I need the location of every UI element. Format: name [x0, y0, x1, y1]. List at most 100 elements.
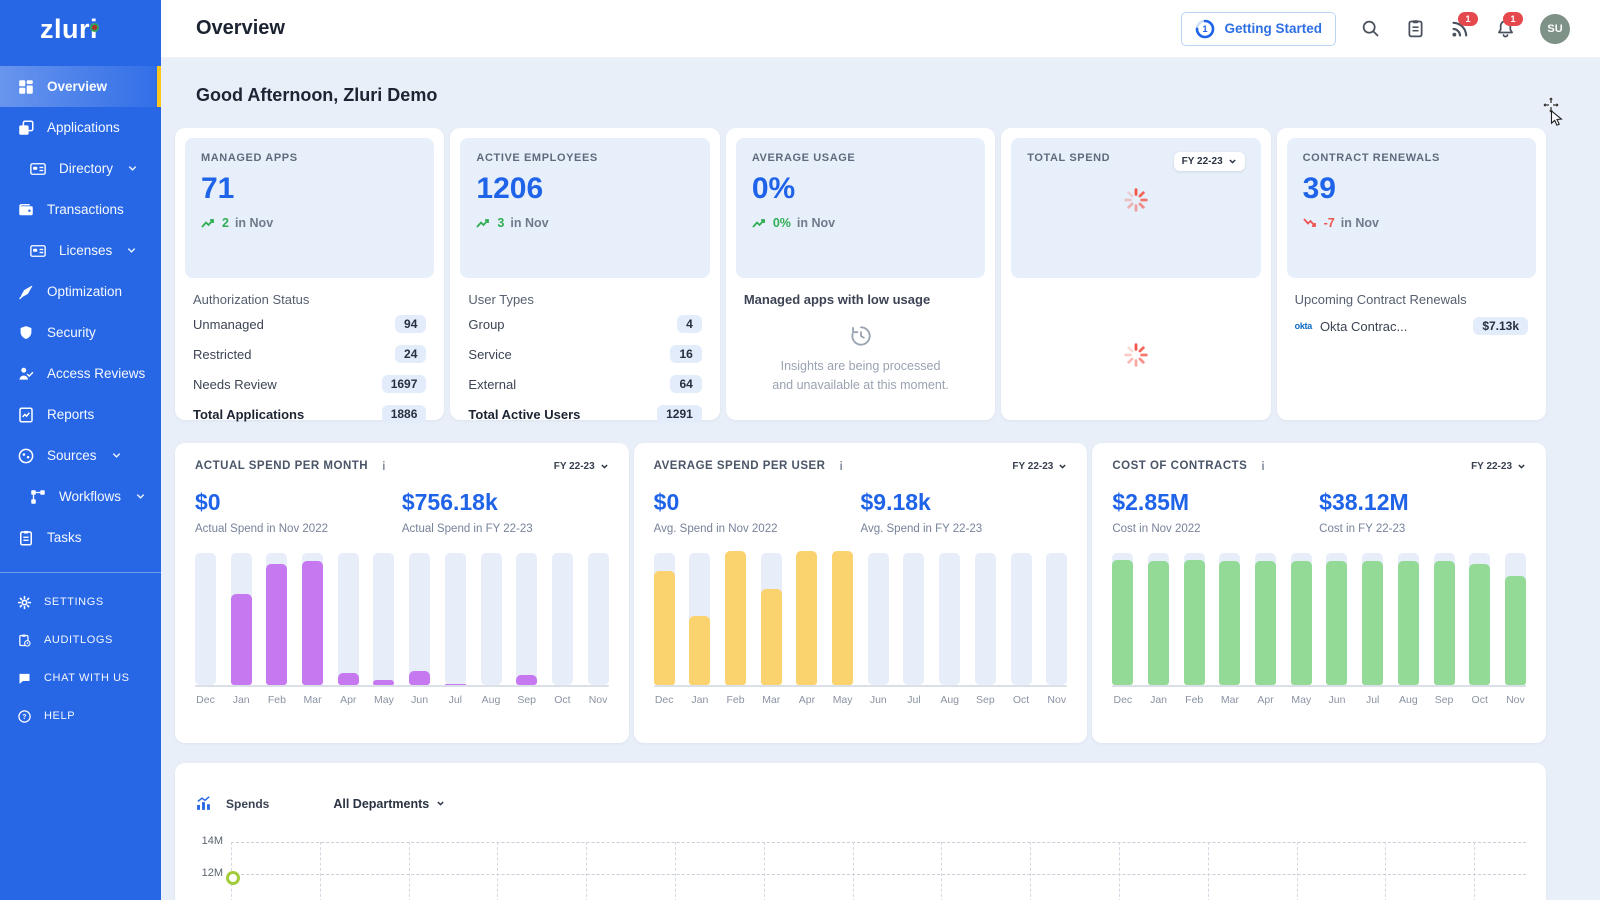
- count-badge: 4: [677, 315, 702, 333]
- info-icon[interactable]: i: [840, 459, 843, 473]
- sidebar-item-workflows[interactable]: Workflows: [0, 476, 161, 517]
- bar-sep[interactable]: [516, 553, 537, 685]
- bar-oct[interactable]: [552, 553, 573, 685]
- bar-nov[interactable]: [588, 553, 609, 685]
- getting-started-button[interactable]: 1 Getting Started: [1181, 12, 1336, 46]
- sidebar-item-settings[interactable]: SETTINGS: [0, 583, 161, 621]
- bar-jan[interactable]: [689, 553, 710, 685]
- bar-jul[interactable]: [1362, 553, 1383, 685]
- bar-aug[interactable]: [1398, 553, 1419, 685]
- fy-filter-dropdown[interactable]: FY 22-23: [554, 461, 609, 472]
- logo-dot-icon: [90, 23, 99, 32]
- bar-sep[interactable]: [975, 553, 996, 685]
- section-title: Authorization Status: [193, 292, 426, 307]
- sidebar-item-overview[interactable]: Overview: [0, 66, 161, 107]
- total-spend-card[interactable]: TOTAL SPEND FY 22-23: [1001, 128, 1270, 420]
- chevron-down-icon: [1058, 462, 1067, 471]
- active-employees-card[interactable]: ACTIVE EMPLOYEES 1206 3in Nov User Types…: [450, 128, 719, 420]
- managed-apps-card[interactable]: MANAGED APPS 71 2in Nov Authorization St…: [175, 128, 444, 420]
- sidebar-item-label: Transactions: [47, 202, 124, 217]
- bell-icon[interactable]: 1: [1495, 18, 1516, 39]
- bar-mar[interactable]: [1219, 553, 1240, 685]
- sidebar-item-sources[interactable]: Sources: [0, 435, 161, 476]
- average-usage-card[interactable]: AVERAGE USAGE 0% 0%in Nov Managed apps w…: [726, 128, 995, 420]
- fy-filter-dropdown[interactable]: FY 22-23: [1174, 152, 1245, 171]
- sidebar-item-applications[interactable]: Applications: [0, 107, 161, 148]
- bar-aug[interactable]: [939, 553, 960, 685]
- sidebar-item-reports[interactable]: Reports: [0, 394, 161, 435]
- trend-down-icon: [1303, 217, 1318, 229]
- bar-may[interactable]: [1291, 553, 1312, 685]
- info-icon[interactable]: i: [1261, 459, 1264, 473]
- bar-jan[interactable]: [1148, 553, 1169, 685]
- average-spend-per-user-card[interactable]: AVERAGE SPEND PER USER i FY 22-23 $0Avg.…: [634, 443, 1088, 743]
- bar-jun[interactable]: [868, 553, 889, 685]
- sidebar-item-optimization[interactable]: Optimization: [0, 271, 161, 312]
- empty-line1: Insights are being processed: [781, 359, 941, 373]
- bar-fill: [1148, 561, 1169, 685]
- feed-icon[interactable]: 1: [1450, 18, 1471, 39]
- sidebar-item-security[interactable]: Security: [0, 312, 161, 353]
- bar-apr[interactable]: [1255, 553, 1276, 685]
- info-icon[interactable]: i: [382, 459, 385, 473]
- renewal-row[interactable]: okta Okta Contrac... $7.13k: [1295, 309, 1528, 343]
- sidebar-item-access-reviews[interactable]: Access Reviews: [0, 353, 161, 394]
- bar-jul[interactable]: [445, 553, 466, 685]
- bar-feb[interactable]: [266, 553, 287, 685]
- count-badge: 16: [670, 345, 701, 363]
- bar-may[interactable]: [373, 553, 394, 685]
- card-value: 1206: [476, 172, 693, 206]
- sidebar-item-licenses[interactable]: Licenses: [0, 230, 161, 271]
- bar-feb[interactable]: [725, 553, 746, 685]
- sidebar-item-directory[interactable]: Directory: [0, 148, 161, 189]
- svg-text:1: 1: [1203, 24, 1208, 34]
- sidebar-item-tasks[interactable]: Tasks: [0, 517, 161, 558]
- bar-jul[interactable]: [903, 553, 924, 685]
- rocket-icon: [17, 283, 35, 301]
- gridline: [675, 842, 676, 900]
- bar-may[interactable]: [832, 553, 853, 685]
- x-axis-label: Jun: [1326, 694, 1347, 706]
- clipboard-icon: [17, 529, 35, 547]
- search-icon[interactable]: [1360, 18, 1381, 39]
- bar-dec[interactable]: [654, 553, 675, 685]
- actual-spend-per-month-card[interactable]: ACTUAL SPEND PER MONTH i FY 22-23 $0Actu…: [175, 443, 629, 743]
- bar-apr[interactable]: [338, 553, 359, 685]
- x-axis-label: Dec: [1112, 694, 1133, 706]
- section-title: Upcoming Contract Renewals: [1295, 292, 1528, 307]
- fy-filter-dropdown[interactable]: FY 22-23: [1012, 461, 1067, 472]
- sidebar-item-help[interactable]: ?HELP: [0, 697, 161, 735]
- data-point[interactable]: [226, 871, 240, 885]
- sidebar-item-chat-with-us[interactable]: CHAT WITH US: [0, 659, 161, 697]
- bar-jun[interactable]: [1326, 553, 1347, 685]
- y-axis-tick: 12M: [195, 867, 223, 879]
- card-value: 39: [1303, 172, 1520, 206]
- user-avatar[interactable]: SU: [1540, 14, 1570, 44]
- bar-aug[interactable]: [481, 553, 502, 685]
- bar-nov[interactable]: [1505, 553, 1526, 685]
- bar-feb[interactable]: [1184, 553, 1205, 685]
- fy-filter-dropdown[interactable]: FY 22-23: [1471, 461, 1526, 472]
- contract-renewals-card[interactable]: CONTRACT RENEWALS 39 -7in Nov Upcoming C…: [1277, 128, 1546, 420]
- bar-mar[interactable]: [761, 553, 782, 685]
- bar-dec[interactable]: [195, 553, 216, 685]
- bar-jun[interactable]: [409, 553, 430, 685]
- clipboard-icon[interactable]: [1405, 18, 1426, 39]
- bar-apr[interactable]: [796, 553, 817, 685]
- trend-value: -7: [1324, 216, 1335, 230]
- sidebar-item-transactions[interactable]: Transactions: [0, 189, 161, 230]
- bar-mar[interactable]: [302, 553, 323, 685]
- departments-dropdown[interactable]: All Departments: [333, 797, 445, 811]
- stat-value: $9.18k: [861, 489, 1068, 516]
- cost-of-contracts-card[interactable]: COST OF CONTRACTS i FY 22-23 $2.85MCost …: [1092, 443, 1546, 743]
- idcard-icon: [29, 242, 47, 260]
- bar-sep[interactable]: [1434, 553, 1455, 685]
- bar-nov[interactable]: [1046, 553, 1067, 685]
- card-title: AVERAGE USAGE: [752, 152, 969, 164]
- bar-dec[interactable]: [1112, 553, 1133, 685]
- zluri-logo[interactable]: zluri: [0, 0, 161, 58]
- bar-oct[interactable]: [1469, 553, 1490, 685]
- bar-oct[interactable]: [1011, 553, 1032, 685]
- sidebar-item-auditlogs[interactable]: AUDITLOGS: [0, 621, 161, 659]
- bar-jan[interactable]: [231, 553, 252, 685]
